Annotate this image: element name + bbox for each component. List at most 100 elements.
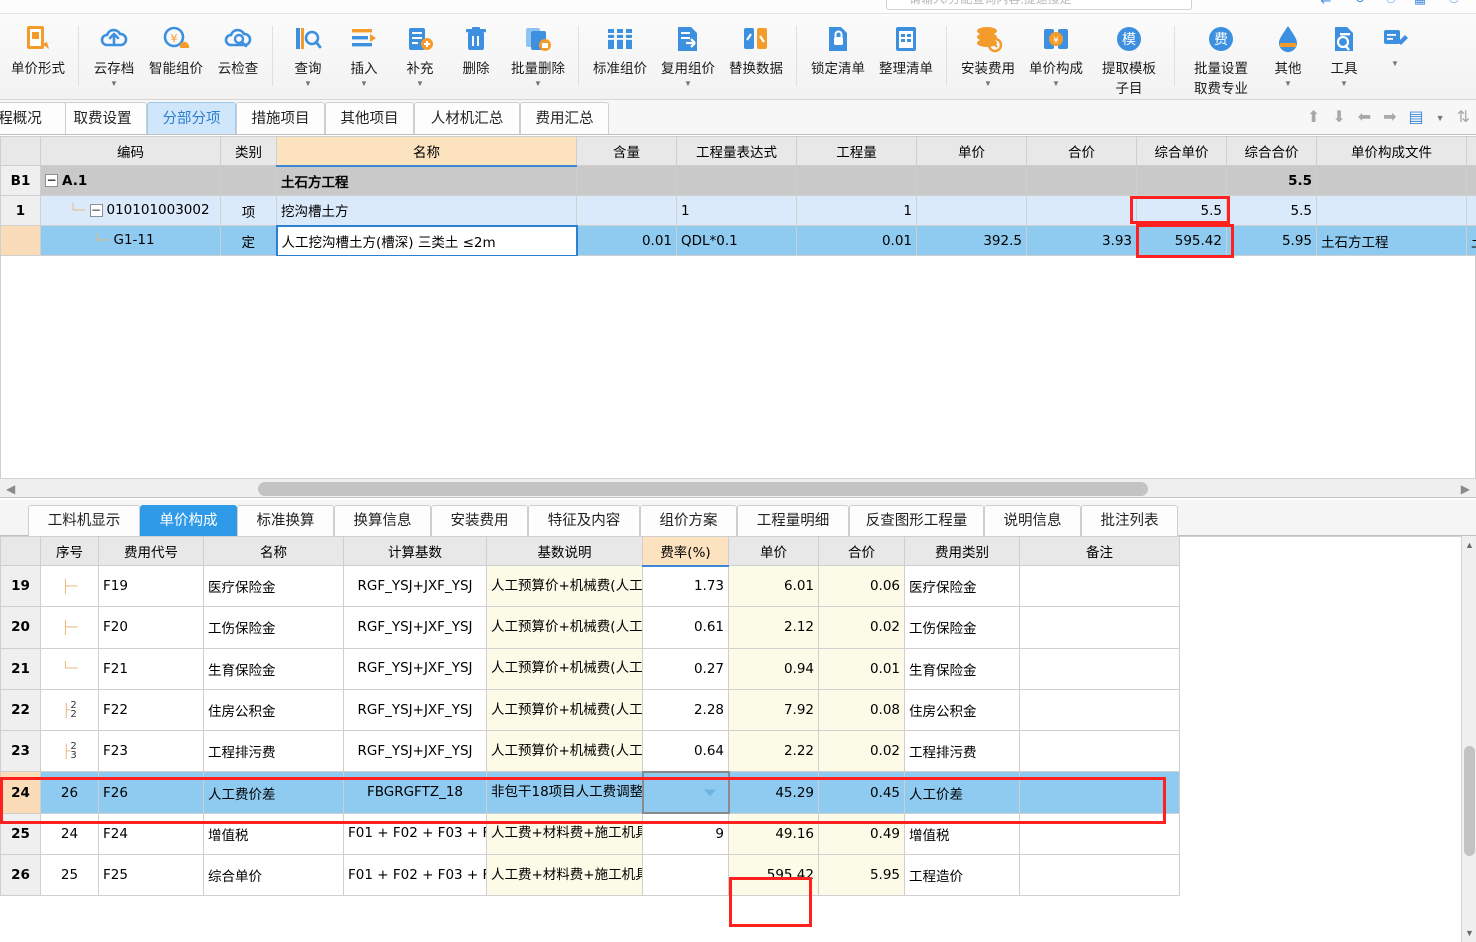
- share-icon[interactable]: ⇄: [1318, 0, 1334, 7]
- main-cell-hl[interactable]: [576, 165, 677, 196]
- bottom-cell-price[interactable]: 595.42: [728, 854, 819, 897]
- chevron-down-icon[interactable]: ▼: [1052, 80, 1060, 88]
- bottom-tab-6[interactable]: 组价方案: [640, 505, 737, 536]
- ribbon-button-reuse-pricing[interactable]: 复用组价 ▼: [654, 14, 722, 88]
- main-cell-ctotal[interactable]: 5.5: [1226, 165, 1317, 196]
- main-cell-file[interactable]: 土石方工程: [1316, 225, 1467, 256]
- bottom-cell-name[interactable]: 工伤保险金: [203, 606, 344, 649]
- main-cell-code[interactable]: − A.1: [40, 165, 221, 196]
- ribbon-button-replace-data[interactable]: 替换数据: [722, 14, 790, 77]
- module-tab-3[interactable]: 措施项目: [236, 102, 325, 134]
- bottom-cell-note[interactable]: [1019, 730, 1180, 773]
- ribbon-button-unit-price-form[interactable]: 单价形式: [4, 14, 72, 77]
- bottom-table-row[interactable]: 2524F24增值税F01 + F02 + F03 + F04 + F26人工费…: [0, 812, 1180, 856]
- chevron-down-icon[interactable]: ▼: [360, 80, 368, 88]
- bottom-col-header-price[interactable]: 单价: [728, 536, 819, 566]
- main-col-header-total[interactable]: 合价: [1026, 136, 1137, 166]
- main-items-table[interactable]: 编码类别名称含量工程量表达式工程量单价合价综合单价综合合价单价构成文件职B1−A…: [0, 136, 1476, 257]
- row-expander[interactable]: −: [89, 203, 103, 217]
- module-tab-1[interactable]: 取费设置: [58, 102, 147, 134]
- bottom-cell-basedesc[interactable]: 人工预算价+机械费(人工预算价): [486, 647, 643, 690]
- main-cell-price[interactable]: [916, 165, 1027, 196]
- main-cell-qty[interactable]: 1: [796, 195, 917, 226]
- bottom-col-header-name[interactable]: 名称: [203, 536, 344, 566]
- bottom-cell-price[interactable]: 45.29: [728, 771, 819, 814]
- bottom-cell-rate[interactable]: 0.61: [642, 606, 729, 649]
- bottom-cell-cat[interactable]: 生育保险金: [904, 647, 1020, 690]
- main-cell-hl[interactable]: 0.01: [576, 225, 677, 256]
- bottom-cell-rowhdr[interactable]: 23: [0, 730, 41, 773]
- bottom-tab-1[interactable]: 单价构成: [140, 505, 237, 536]
- main-cell-hl[interactable]: [576, 195, 677, 226]
- bottom-cell-total[interactable]: 0.02: [818, 606, 905, 649]
- main-col-header-expr[interactable]: 工程量表达式: [676, 136, 797, 166]
- bottom-tab-5[interactable]: 特征及内容: [528, 505, 640, 536]
- bottom-cell-base[interactable]: RGF_YSJ+JXF_YSJ: [343, 730, 487, 773]
- main-table-row[interactable]: 1 └─ −010101003002 项挖沟槽土方 1 1 5.5 5.5: [0, 195, 1476, 226]
- bottom-cell-basedesc[interactable]: 人工费+材料费+施工机具使用费+费用+增值税+人工费价差: [486, 854, 643, 897]
- main-cell-pro[interactable]: [1466, 195, 1476, 226]
- bottom-cell-seq[interactable]: 26: [40, 771, 99, 814]
- main-cell-name[interactable]: 人工挖沟槽土方(槽深) 三类土 ≤2m: [275, 224, 578, 257]
- chevron-down-icon[interactable]: ▼: [984, 80, 992, 88]
- main-col-header-ctotal[interactable]: 综合合价: [1226, 136, 1317, 166]
- user-icon[interactable]: ☉: [1446, 0, 1462, 7]
- ribbon-button-batch-delete[interactable]: 批量删除 ▼: [504, 14, 572, 88]
- bottom-table-row[interactable]: 24 26 F26 人工费价差 FBGRGFTZ_18 非包干18项目人工费调整 45.29…: [0, 770, 1180, 815]
- bottom-cell-note[interactable]: [1019, 812, 1180, 856]
- bottom-cell-rowhdr[interactable]: 24: [0, 771, 41, 814]
- ribbon-button-insert-rows[interactable]: 插入 ▼: [336, 14, 392, 88]
- bottom-cell-note[interactable]: [1019, 854, 1180, 897]
- chevron-down-icon[interactable]: ▼: [1391, 60, 1399, 68]
- bottom-cell-note[interactable]: [1019, 688, 1180, 732]
- main-col-header-code[interactable]: 编码: [40, 136, 221, 166]
- bottom-table-row[interactable]: 20├─F20工伤保险金RGF_YSJ+JXF_YSJ人工预算价+机械费(人工预…: [0, 606, 1180, 649]
- bottom-tab-0[interactable]: 工料机显示: [28, 505, 140, 536]
- ribbon-button-tools[interactable]: 工具 ▼: [1316, 14, 1372, 88]
- bottom-cell-name[interactable]: 工程排污费: [203, 730, 344, 773]
- bottom-cell-code[interactable]: F23: [98, 730, 204, 773]
- arrow-down-icon[interactable]: ⬇: [1332, 110, 1345, 126]
- bottom-col-header-base[interactable]: 计算基数: [343, 536, 487, 566]
- bottom-cell-price[interactable]: 2.22: [728, 730, 819, 773]
- main-col-header-price[interactable]: 单价: [916, 136, 1027, 166]
- bottom-cell-seq[interactable]: 25: [40, 854, 99, 897]
- bottom-cell-basedesc[interactable]: 人工预算价+机械费(人工预算价): [486, 688, 643, 732]
- bottom-cell-base[interactable]: F01 + F02 + F03 + F04 + F24 + F26: [343, 854, 487, 897]
- bottom-cell-rate[interactable]: 1.73: [642, 564, 729, 608]
- bottom-cell-base[interactable]: RGF_YSJ+JXF_YSJ: [343, 688, 487, 732]
- bottom-cell-code[interactable]: F19: [98, 564, 204, 608]
- ribbon-button-extract-template[interactable]: 模提取模板 子目: [1090, 14, 1168, 97]
- main-col-header-pro[interactable]: 职: [1466, 136, 1476, 166]
- bottom-col-header-seq[interactable]: 序号: [40, 536, 99, 566]
- bottom-cell-basedesc[interactable]: 人工预算价+机械费(人工预算价): [486, 564, 643, 608]
- unit-price-composition-table[interactable]: 序号 费用代号 名称 计算基数 基数说明 费率(%) 单价 合价 费用类别 备注 19 ├─ F19 医疗…: [0, 536, 1180, 897]
- bottom-tab-3[interactable]: 换算信息: [334, 505, 431, 536]
- bottom-col-header-rowhdr[interactable]: [0, 536, 41, 566]
- bottom-cell-cat[interactable]: 工程排污费: [904, 730, 1020, 773]
- bottom-cell-rowhdr[interactable]: 26: [0, 854, 41, 897]
- main-cell-file[interactable]: [1316, 165, 1467, 196]
- bottom-cell-cat[interactable]: 工程造价: [904, 854, 1020, 897]
- main-cell-total[interactable]: [1026, 195, 1137, 226]
- main-col-header-qty[interactable]: 工程量: [796, 136, 917, 166]
- main-cell-name[interactable]: 土石方工程: [276, 165, 577, 196]
- bottom-cell-base[interactable]: RGF_YSJ+JXF_YSJ: [343, 606, 487, 649]
- ribbon-button-standard-pricing[interactable]: 标准组价: [586, 14, 654, 77]
- bottom-cell-note[interactable]: [1019, 606, 1180, 649]
- bottom-cell-code[interactable]: F25: [98, 854, 204, 897]
- bottom-cell-seq[interactable]: ├2 2: [40, 688, 99, 732]
- bottom-cell-total[interactable]: 0.49: [818, 812, 905, 856]
- bottom-cell-name[interactable]: 综合单价: [203, 854, 344, 897]
- bottom-cell-rate[interactable]: 0.64: [642, 730, 729, 773]
- main-cell-pro[interactable]: [1466, 165, 1476, 196]
- main-cell-rowhdr[interactable]: [0, 225, 41, 256]
- main-cell-cprice[interactable]: [1136, 165, 1227, 196]
- bottom-cell-rate[interactable]: [642, 854, 729, 897]
- bottom-cell-rowhdr[interactable]: 25: [0, 812, 41, 856]
- bottom-cell-price[interactable]: 2.12: [728, 606, 819, 649]
- main-cell-rowhdr[interactable]: B1: [0, 165, 41, 196]
- bottom-cell-basedesc[interactable]: 人工预算价+机械费(人工预算价): [486, 606, 643, 649]
- bottom-cell-note[interactable]: [1019, 564, 1180, 608]
- ribbon-button-trash[interactable]: 删除: [448, 14, 504, 77]
